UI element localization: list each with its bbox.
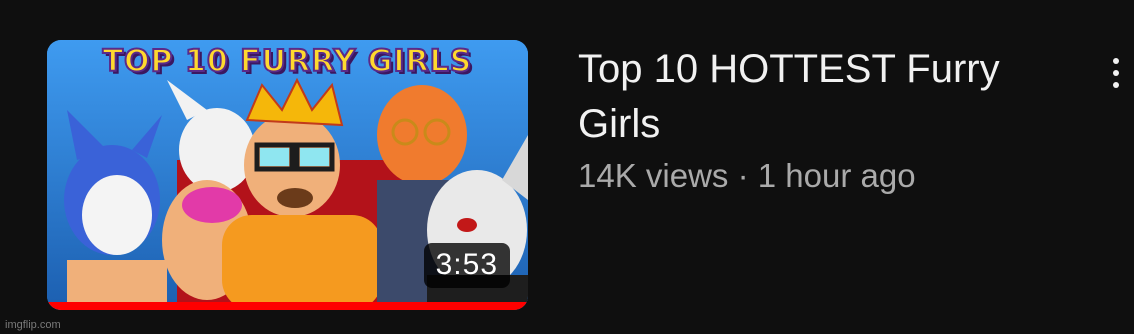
view-count: 14K views: [578, 157, 729, 194]
video-thumbnail[interactable]: TOP 10 FURRY GIRLS 3:53: [47, 40, 528, 310]
duration-badge: 3:53: [423, 243, 510, 288]
thumbnail-title-text: TOP 10 FURRY GIRLS: [102, 43, 473, 80]
watch-progress-fill: [47, 302, 528, 310]
video-metadata: 14K views · 1 hour ago: [578, 156, 1088, 196]
watch-progress-bar: [47, 302, 528, 310]
upload-time: 1 hour ago: [757, 157, 916, 194]
video-card[interactable]: TOP 10 FURRY GIRLS 3:53 Top 10 HOTTEST F…: [0, 0, 1134, 334]
meta-separator: ·: [737, 157, 749, 194]
video-details: Top 10 HOTTEST Furry Girls 14K views · 1…: [578, 42, 1088, 196]
watermark: imgflip.com: [5, 319, 61, 331]
video-title[interactable]: Top 10 HOTTEST Furry Girls: [578, 42, 1088, 152]
more-actions-button[interactable]: [1100, 48, 1134, 98]
